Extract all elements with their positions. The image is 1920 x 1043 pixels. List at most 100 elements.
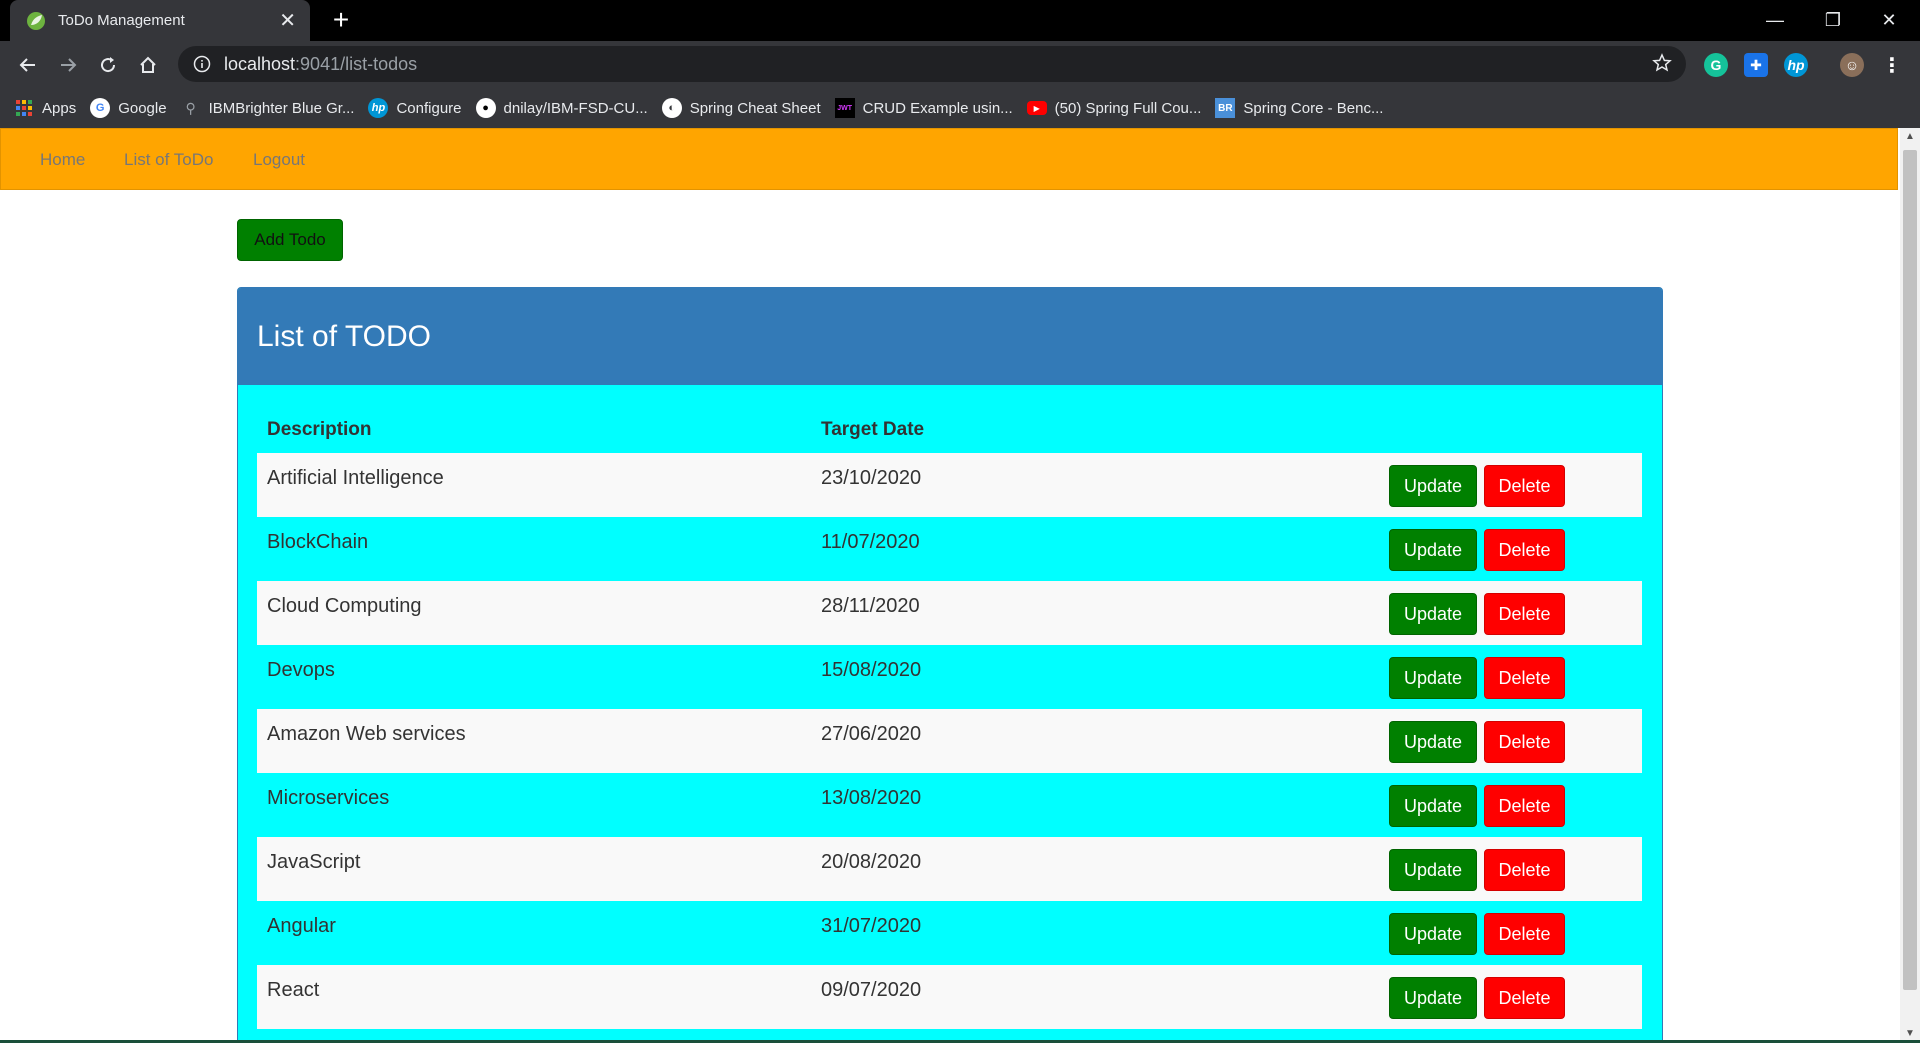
- delete-button[interactable]: Delete: [1484, 657, 1565, 699]
- delete-button[interactable]: Delete: [1484, 977, 1565, 1019]
- top-navbar: Home List of ToDo Logout: [0, 128, 1898, 190]
- column-header-target-date: Target Date: [821, 419, 925, 440]
- delete-button[interactable]: Delete: [1484, 849, 1565, 891]
- profile-avatar-icon[interactable]: ☺: [1840, 53, 1864, 77]
- update-button[interactable]: Update: [1389, 913, 1477, 955]
- scroll-up-icon[interactable]: ▲: [1900, 128, 1920, 146]
- bookmark-label: Spring Core - Benc...: [1243, 99, 1384, 117]
- bookmark-label: Apps: [42, 99, 77, 117]
- todo-target-date: 20/08/2020: [821, 851, 922, 873]
- back-icon[interactable]: [12, 49, 44, 81]
- panel-title: List of TODO: [257, 319, 431, 353]
- nav-list-todo-link[interactable]: List of ToDo: [124, 150, 213, 170]
- bookmark-spring-cheat-sheet[interactable]: ◐ Spring Cheat Sheet: [661, 98, 821, 118]
- bookmark-configure[interactable]: hp Configure: [368, 98, 462, 118]
- delete-button[interactable]: Delete: [1484, 593, 1565, 635]
- forward-icon[interactable]: [52, 49, 84, 81]
- bookmark-google[interactable]: G Google: [90, 98, 167, 118]
- bookmark-label: CRUD Example usin...: [862, 99, 1013, 117]
- todo-description: Artificial Intelligence: [267, 467, 444, 489]
- apps-grid-icon: [14, 98, 34, 118]
- todo-description: JavaScript: [267, 851, 361, 873]
- update-button[interactable]: Update: [1389, 849, 1477, 891]
- table-row: Artificial Intelligence 23/10/2020 Update D…: [257, 453, 1642, 517]
- close-tab-icon[interactable]: ✕: [279, 11, 296, 31]
- bookmark-label: IBMBrighter Blue Gr...: [208, 99, 355, 117]
- table-row: Angular 31/07/2020 Update Delete: [257, 901, 1642, 965]
- update-button[interactable]: Update: [1389, 785, 1477, 827]
- table-row: React 09/07/2020 Update Delete: [257, 965, 1642, 1029]
- update-button[interactable]: Update: [1389, 593, 1477, 635]
- todo-target-date: 28/11/2020: [821, 595, 920, 617]
- column-header-description: Description: [267, 419, 372, 440]
- bookmark-spring-full-course[interactable]: ▶ (50) Spring Full Cou...: [1026, 99, 1202, 117]
- table-row: JavaScript 20/08/2020 Update Delete: [257, 837, 1642, 901]
- update-button[interactable]: Update: [1389, 529, 1477, 571]
- bookmark-apps[interactable]: Apps: [14, 98, 76, 118]
- todo-description: Angular: [267, 915, 336, 937]
- update-button[interactable]: Update: [1389, 977, 1477, 1019]
- table-header: Description Target Date: [257, 401, 1642, 453]
- home-icon[interactable]: [132, 49, 164, 81]
- bike-icon: ⚲: [185, 99, 196, 116]
- table-row: Devops 15/08/2020 Update Delete: [257, 645, 1642, 709]
- bookmark-label: Configure: [396, 99, 462, 117]
- nav-home-link[interactable]: Home: [40, 150, 85, 170]
- github-icon: ●: [475, 98, 496, 118]
- delete-button[interactable]: Delete: [1484, 721, 1565, 763]
- restore-icon[interactable]: ❐: [1810, 6, 1856, 34]
- todo-description: BlockChain: [267, 531, 369, 553]
- google-icon: G: [90, 98, 111, 118]
- bookmark-crud-example[interactable]: JWT CRUD Example usin...: [834, 98, 1013, 118]
- site-info-icon[interactable]: [192, 54, 212, 74]
- update-button[interactable]: Update: [1389, 465, 1477, 507]
- delete-button[interactable]: Delete: [1484, 465, 1565, 507]
- delete-button[interactable]: Delete: [1484, 529, 1565, 571]
- todo-description: Cloud Computing: [267, 595, 422, 617]
- delete-button[interactable]: Delete: [1484, 785, 1565, 827]
- bookmark-label: (50) Spring Full Cou...: [1054, 99, 1202, 117]
- panel-heading: List of TODO: [238, 288, 1662, 385]
- bookmark-ibm-brighter-blue[interactable]: ⚲ IBMBrighter Blue Gr...: [181, 98, 355, 118]
- add-todo-button[interactable]: Add Todo: [237, 219, 343, 261]
- todo-description: Amazon Web services: [267, 723, 466, 745]
- scrollbar-thumb[interactable]: [1903, 150, 1917, 990]
- nav-logout-link[interactable]: Logout: [253, 150, 305, 170]
- grammarly-icon[interactable]: G: [1704, 53, 1728, 77]
- minimize-icon[interactable]: —: [1752, 6, 1798, 34]
- update-button[interactable]: Update: [1389, 657, 1477, 699]
- youtube-icon: ▶: [1026, 101, 1047, 115]
- todo-target-date: 27/06/2020: [821, 723, 922, 745]
- todo-description: React: [267, 979, 320, 1001]
- table-row: BlockChain 11/07/2020 Update Delete: [257, 517, 1642, 581]
- hp-extension-icon[interactable]: hp: [1784, 53, 1808, 77]
- new-tab-icon[interactable]: +: [326, 6, 356, 36]
- close-window-icon[interactable]: ✕: [1866, 6, 1912, 34]
- browser-titlebar: ToDo Management ✕ + — ❐ ✕: [0, 0, 1920, 41]
- reload-icon[interactable]: [92, 49, 124, 81]
- todo-target-date: 23/10/2020: [821, 467, 922, 489]
- bookmark-github[interactable]: ● dnilay/IBM-FSD-CU...: [475, 98, 648, 118]
- todo-panel: List of TODO Description Target Date Art…: [237, 287, 1663, 1043]
- browser-tab[interactable]: ToDo Management ✕: [10, 0, 310, 41]
- spring-leaf-icon: [26, 10, 48, 32]
- table-row: Microservices 13/08/2020 Update Delete: [257, 773, 1642, 837]
- bookmark-spring-core[interactable]: BR Spring Core - Benc...: [1215, 98, 1383, 118]
- menu-dots-icon[interactable]: ⋮: [1880, 53, 1904, 77]
- delete-button[interactable]: Delete: [1484, 913, 1565, 955]
- br-icon: BR: [1215, 98, 1236, 118]
- address-bar[interactable]: localhost:9041/list-todos: [178, 46, 1686, 82]
- update-button[interactable]: Update: [1389, 721, 1477, 763]
- todo-description: Devops: [267, 659, 335, 681]
- page-scrollbar[interactable]: ▲ ▼: [1900, 128, 1920, 1043]
- todo-table: Description Target Date Artificial Intel…: [257, 401, 1642, 1029]
- table-body: Artificial Intelligence 23/10/2020 Update D…: [257, 453, 1642, 1029]
- todo-description: Microservices: [267, 787, 390, 809]
- extension-puzzle-icon[interactable]: ✚: [1744, 53, 1768, 77]
- hp-icon: hp: [368, 98, 389, 118]
- table-row: Cloud Computing 28/11/2020 Update Delete: [257, 581, 1642, 645]
- bookmark-star-icon[interactable]: [1652, 53, 1672, 78]
- browser-toolbar: localhost:9041/list-todos G ✚ hp ☺ ⋮: [0, 41, 1920, 88]
- bookmark-label: Google: [118, 99, 167, 117]
- url-path: :9041/list-todos: [295, 53, 418, 74]
